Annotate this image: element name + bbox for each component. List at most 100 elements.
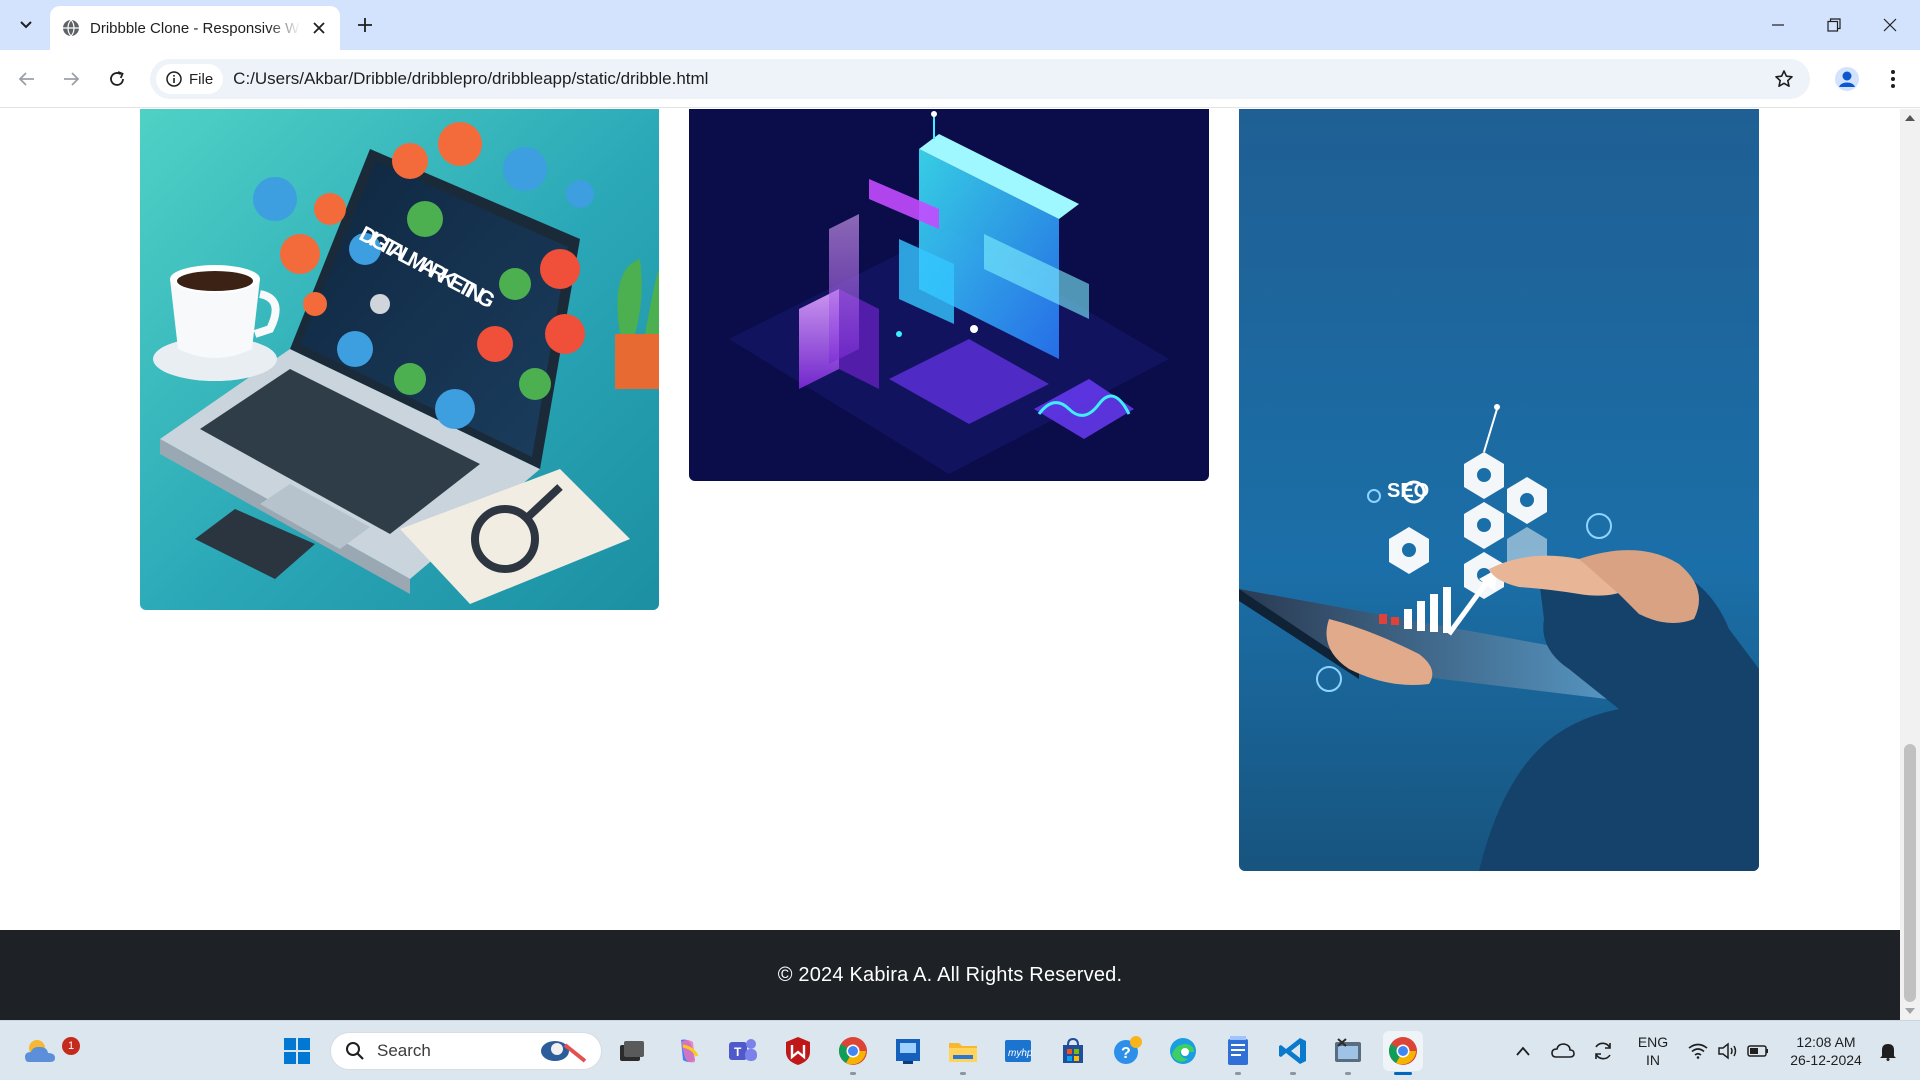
bookmark-button[interactable] <box>1772 67 1796 91</box>
task-view-button[interactable] <box>612 1031 652 1071</box>
battery-icon <box>1747 1045 1768 1057</box>
task-view-icon <box>620 1041 644 1061</box>
get-help-app[interactable]: ? <box>1108 1031 1148 1071</box>
myhp-icon: myhp <box>1005 1040 1033 1062</box>
clock-date: 26-12-2024 <box>1790 1052 1862 1068</box>
shot-card-digital-marketing[interactable]: DIGITAL MARKETING <box>140 109 659 610</box>
arrow-left-icon <box>18 72 34 86</box>
info-icon <box>166 71 182 87</box>
file-explorer-app[interactable] <box>943 1031 983 1075</box>
shot-card-seo[interactable]: SEO <box>1239 109 1759 871</box>
chrome-app[interactable] <box>833 1031 873 1075</box>
myhp-app[interactable]: myhp <box>998 1031 1038 1071</box>
profile-button[interactable] <box>1830 62 1864 96</box>
browser-toolbar: File C:/Users/Akbar/Dribble/dribblepro/d… <box>0 50 1920 108</box>
volume-icon <box>1718 1042 1737 1060</box>
reload-icon <box>110 71 124 86</box>
running-indicator <box>1290 1072 1296 1075</box>
snipping-tool-app[interactable] <box>1328 1031 1368 1075</box>
search-highlight-icon <box>541 1041 587 1063</box>
bell-icon <box>1880 1044 1896 1061</box>
cloud-icon <box>1551 1043 1575 1058</box>
globe-icon <box>63 19 79 37</box>
forward-button[interactable] <box>54 62 88 96</box>
shield-icon <box>786 1037 810 1065</box>
footer-copyright: © 2024 Kabira A. All Rights Reserved. <box>777 963 1123 986</box>
start-button[interactable] <box>277 1031 317 1071</box>
url-text[interactable]: C:/Users/Akbar/Dribble/dribblepro/dribbl… <box>233 69 708 89</box>
browser-tab-bar: Dribbble Clone - Responsive Website <box>0 0 1920 50</box>
running-indicator <box>1235 1072 1241 1075</box>
seo-tablet-illustration: SEO <box>1239 109 1759 871</box>
teams-app[interactable]: T <box>723 1031 763 1071</box>
clock-time: 12:08 AM <box>1796 1034 1856 1050</box>
onedrive-tray[interactable] <box>1543 1031 1583 1071</box>
windows-logo-icon <box>284 1038 310 1064</box>
running-indicator-active <box>1394 1072 1412 1075</box>
back-button[interactable] <box>10 62 44 96</box>
weather-widget[interactable]: 1 <box>20 1031 80 1071</box>
site-info-chip[interactable]: File <box>156 64 224 94</box>
news-icon <box>896 1039 920 1064</box>
browser-tab-active[interactable]: Dribbble Clone - Responsive Website <box>50 6 340 50</box>
site-info-label: File <box>189 70 214 88</box>
page-scrollbar[interactable] <box>1900 109 1920 1020</box>
language-indicator[interactable]: ENG IN <box>1636 1033 1670 1069</box>
page-viewport: DIGITAL MARKETING SEO © 2024 Kabira A. A… <box>0 109 1900 1020</box>
wifi-icon <box>1688 1043 1708 1059</box>
help-icon: ? <box>1114 1036 1142 1064</box>
chrome-app-active[interactable] <box>1383 1031 1423 1075</box>
mcafee-app[interactable] <box>778 1031 818 1071</box>
language-region: IN <box>1646 1052 1660 1068</box>
edge-icon <box>1170 1038 1196 1064</box>
browser-menu-button[interactable] <box>1876 62 1910 96</box>
plus-icon <box>358 18 372 32</box>
windows-taskbar: 1 Search T myhp ? ENG IN 12:08 AM 26-12-… <box>0 1020 1920 1080</box>
notepad-app[interactable] <box>1218 1031 1258 1075</box>
chevron-down-icon <box>20 21 32 29</box>
close-icon <box>313 22 325 34</box>
digital-marketing-illustration: DIGITAL MARKETING <box>140 109 659 610</box>
running-indicator <box>960 1072 966 1075</box>
news-app[interactable] <box>888 1031 928 1071</box>
running-indicator <box>1345 1072 1351 1075</box>
battery-tray[interactable] <box>1738 1031 1778 1071</box>
sync-icon <box>1595 1042 1611 1060</box>
folder-icon <box>949 1043 977 1062</box>
address-bar[interactable]: File C:/Users/Akbar/Dribble/dribblepro/d… <box>150 59 1810 99</box>
vscode-app[interactable] <box>1273 1031 1313 1075</box>
microsoft-store-app[interactable] <box>1053 1031 1093 1071</box>
scroll-down-arrow-icon[interactable] <box>1905 1008 1915 1014</box>
new-tab-button[interactable] <box>352 12 378 38</box>
teams-icon: T <box>729 1039 757 1061</box>
tab-title: Dribbble Clone - Responsive Website <box>90 19 300 37</box>
scroll-up-arrow-icon[interactable] <box>1905 115 1915 121</box>
arrow-right-icon <box>64 72 80 86</box>
minimize-button[interactable] <box>1750 0 1806 50</box>
show-hidden-icons-button[interactable] <box>1503 1031 1543 1071</box>
reload-button[interactable] <box>100 62 134 96</box>
snipping-tool-icon <box>1335 1038 1361 1062</box>
vscode-icon <box>1279 1038 1306 1064</box>
language-code: ENG <box>1637 1034 1669 1050</box>
tab-close-button[interactable] <box>310 19 328 37</box>
sync-tray[interactable] <box>1583 1031 1623 1071</box>
shot-card-data-dashboard[interactable] <box>689 109 1209 481</box>
restore-icon <box>1827 18 1841 32</box>
avatar-icon <box>1835 67 1859 91</box>
close-window-button[interactable] <box>1862 0 1918 50</box>
copilot-app[interactable] <box>668 1031 708 1071</box>
svg-text:?: ? <box>1121 1045 1131 1062</box>
isometric-data-dashboard-illustration <box>689 109 1209 481</box>
taskbar-search[interactable]: Search <box>330 1032 602 1070</box>
store-icon <box>1063 1037 1083 1063</box>
notifications-button[interactable] <box>1868 1031 1908 1071</box>
notification-badge: 1 <box>62 1037 80 1055</box>
restore-button[interactable] <box>1806 0 1862 50</box>
edge-app[interactable] <box>1163 1031 1203 1071</box>
svg-text:T: T <box>734 1045 742 1059</box>
scroll-thumb[interactable] <box>1904 744 1916 1002</box>
clock[interactable]: 12:08 AM 26-12-2024 <box>1780 1033 1872 1069</box>
tab-search-button[interactable] <box>10 10 42 40</box>
minimize-icon <box>1772 24 1784 26</box>
